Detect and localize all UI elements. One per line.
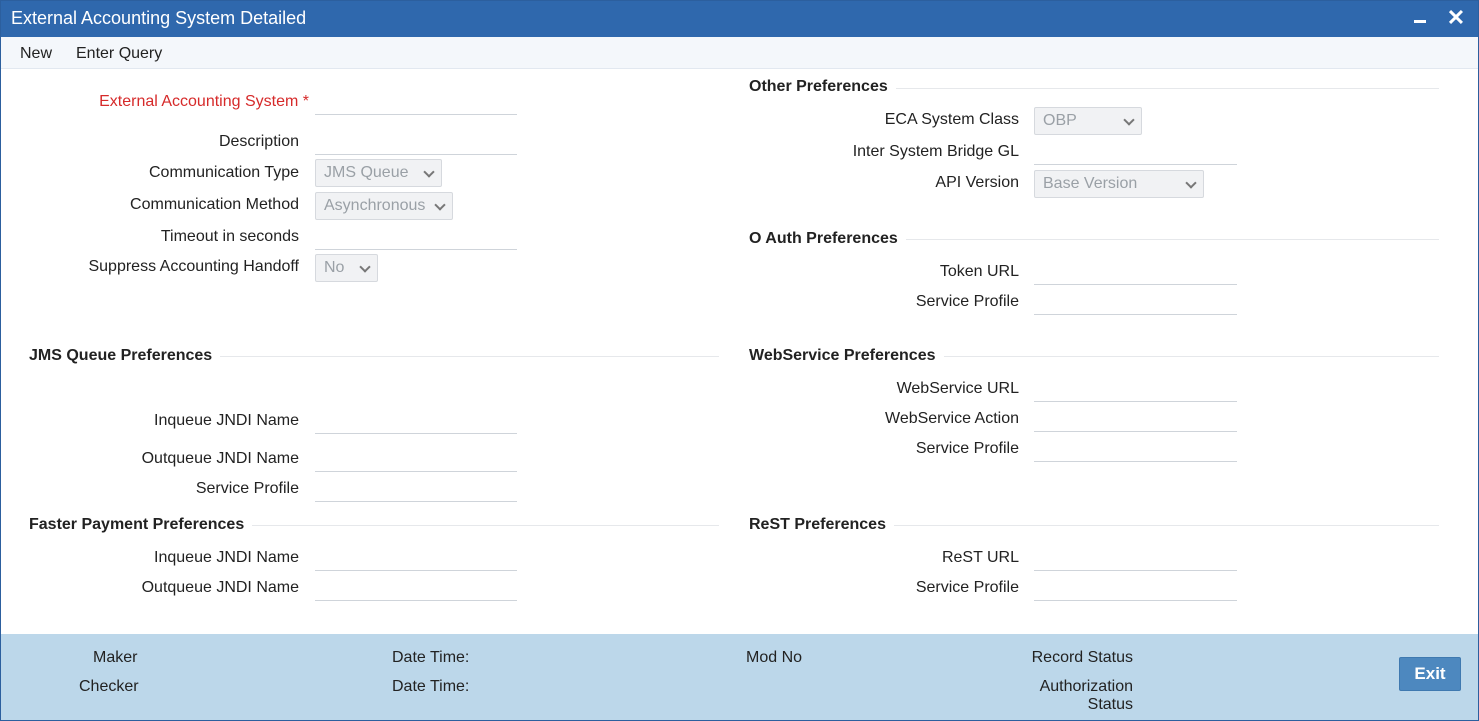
- jms-inqueue-input[interactable]: [315, 412, 517, 434]
- close-icon[interactable]: ✕: [1444, 6, 1468, 32]
- timeout-input[interactable]: [315, 228, 517, 250]
- jms-inqueue-label: Inqueue JNDI Name: [154, 412, 299, 429]
- oauth-service-profile-label: Service Profile: [915, 293, 1019, 310]
- rest-url-input[interactable]: [1034, 549, 1237, 571]
- record-status-label: Record Status: [1031, 649, 1133, 666]
- webservice-preferences-title: WebService Preferences: [749, 347, 936, 364]
- jms-outqueue-input[interactable]: [315, 450, 517, 472]
- authorization-status-label-2: Status: [1087, 696, 1133, 713]
- jms-service-profile-input[interactable]: [315, 480, 517, 502]
- rest-preferences-title: ReST Preferences: [749, 516, 886, 533]
- token-url-input[interactable]: [1034, 263, 1237, 285]
- title-bar: External Accounting System Detailed ✕: [1, 1, 1478, 37]
- menu-bar: New Enter Query: [1, 37, 1478, 69]
- external-accounting-system-label: External Accounting System *: [99, 93, 309, 110]
- maker-date-time-label: Date Time:: [392, 649, 470, 666]
- fp-inqueue-label: Inqueue JNDI Name: [154, 549, 299, 566]
- section-divider: [944, 356, 1439, 357]
- jms-service-profile-label: Service Profile: [195, 480, 299, 497]
- checker-label: Checker: [79, 678, 139, 695]
- communication-method-select[interactable]: Asynchronous: [315, 192, 453, 220]
- communication-type-label: Communication Type: [149, 164, 299, 181]
- jms-outqueue-label: Outqueue JNDI Name: [141, 450, 299, 467]
- menu-enter-query[interactable]: Enter Query: [76, 45, 162, 63]
- rest-service-profile-label: Service Profile: [915, 579, 1019, 596]
- fp-inqueue-input[interactable]: [315, 549, 517, 571]
- description-input[interactable]: [315, 133, 517, 155]
- chevron-down-icon: [1123, 114, 1135, 126]
- fp-outqueue-label: Outqueue JNDI Name: [141, 579, 299, 596]
- checker-date-time-label: Date Time:: [392, 678, 470, 695]
- fp-outqueue-input[interactable]: [315, 579, 517, 601]
- webservice-url-input[interactable]: [1034, 380, 1237, 402]
- section-divider: [896, 88, 1439, 89]
- inter-system-bridge-gl-label: Inter System Bridge GL: [852, 143, 1019, 160]
- inter-system-bridge-gl-input[interactable]: [1034, 143, 1237, 165]
- chevron-down-icon: [423, 166, 435, 178]
- webservice-action-input[interactable]: [1034, 410, 1237, 432]
- suppress-handoff-select[interactable]: No: [315, 254, 378, 282]
- authorization-status-label-1: Authorization: [1039, 678, 1133, 695]
- window: External Accounting System Detailed ✕ Ne…: [0, 0, 1479, 721]
- faster-payment-preferences-title: Faster Payment Preferences: [29, 516, 245, 533]
- timeout-label: Timeout in seconds: [160, 228, 299, 245]
- section-divider: [220, 356, 719, 357]
- api-version-label: API Version: [935, 174, 1019, 191]
- chevron-down-icon: [434, 199, 446, 211]
- section-divider: [252, 525, 719, 526]
- mod-no-label: Mod No: [746, 649, 803, 666]
- window-title: External Accounting System Detailed: [11, 8, 307, 28]
- description-label: Description: [218, 133, 299, 150]
- rest-service-profile-input[interactable]: [1034, 579, 1237, 601]
- oauth-preferences-title: O Auth Preferences: [749, 230, 898, 247]
- maker-label: Maker: [93, 649, 138, 666]
- section-divider: [894, 525, 1439, 526]
- exit-button[interactable]: Exit: [1399, 657, 1461, 691]
- minimize-icon[interactable]: [1408, 5, 1432, 31]
- suppress-handoff-label: Suppress Accounting Handoff: [88, 258, 299, 275]
- chevron-down-icon: [1185, 177, 1197, 189]
- chevron-down-icon: [359, 261, 371, 273]
- oauth-service-profile-input[interactable]: [1034, 293, 1237, 315]
- menu-new[interactable]: New: [20, 45, 52, 63]
- section-divider: [906, 239, 1439, 240]
- api-version-select[interactable]: Base Version: [1034, 170, 1204, 198]
- webservice-service-profile-label: Service Profile: [915, 440, 1019, 457]
- eca-system-class-select[interactable]: OBP: [1034, 107, 1142, 135]
- other-preferences-title: Other Preferences: [749, 78, 888, 95]
- rest-url-label: ReST URL: [941, 549, 1019, 566]
- form-content: External Accounting System * Description…: [1, 69, 1478, 634]
- audit-footer: Maker Checker Date Time: Date Time: Mod …: [1, 634, 1478, 720]
- eca-system-class-label: ECA System Class: [884, 111, 1019, 128]
- communication-method-label: Communication Method: [130, 196, 299, 213]
- external-accounting-system-input[interactable]: [315, 93, 517, 115]
- token-url-label: Token URL: [939, 263, 1019, 280]
- webservice-action-label: WebService Action: [885, 410, 1019, 427]
- jms-queue-preferences-title: JMS Queue Preferences: [29, 347, 213, 364]
- communication-type-select[interactable]: JMS Queue: [315, 159, 442, 187]
- webservice-service-profile-input[interactable]: [1034, 440, 1237, 462]
- webservice-url-label: WebService URL: [896, 380, 1019, 397]
